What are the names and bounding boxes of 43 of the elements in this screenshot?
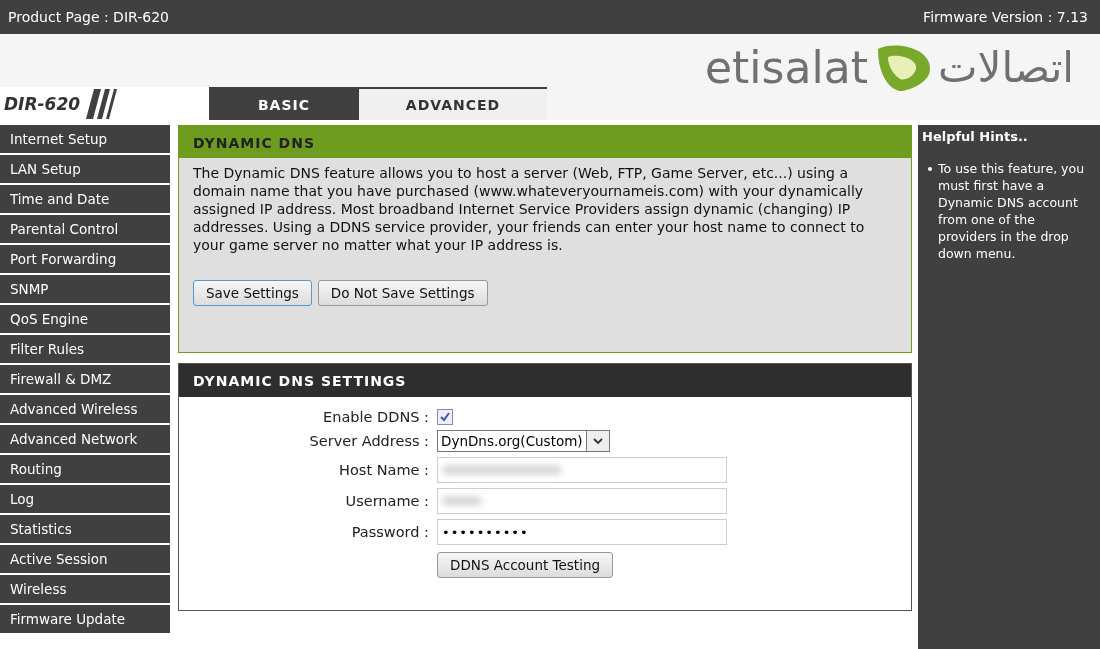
- sidebar-item[interactable]: Time and Date: [0, 185, 170, 215]
- hint-text: To use this feature, you must first have a Dynamic DNS account from one of the providers in the drop down menu.: [938, 160, 1086, 262]
- section-title: DYNAMIC DNS: [179, 126, 911, 158]
- sidebar-item[interactable]: Firmware Update: [0, 605, 170, 635]
- sidebar-item[interactable]: Advanced Network: [0, 425, 170, 455]
- description-text: The Dynamic DNS feature allows you to host a server (Web, FTP, Game Server, etc...) using a domain name that you have purchased (www.whateveryournameis.com) with your dynamically assigned IP address. Most broadband Internet Service Providers assign dynamic (changing) IP addresses. Using a DDNS service provider, your friends can enter your host name to connect to your game server no matter what your IP address is.: [193, 164, 866, 254]
- sidebar-item[interactable]: Active Session: [0, 545, 170, 575]
- field-label: Enable DDNS :: [322, 409, 429, 425]
- sidebar-item[interactable]: LAN Setup: [0, 155, 170, 185]
- test-button[interactable]: DDNS Account Testing: [437, 552, 613, 578]
- product-label: Product Page : DIR-620: [8, 9, 169, 25]
- bullet-icon: [928, 167, 932, 171]
- sidebar-item[interactable]: Wireless: [0, 575, 170, 605]
- logo-text: etisalat: [705, 42, 868, 93]
- field-label: Host Name :: [338, 462, 429, 478]
- text-field[interactable]: [437, 488, 727, 514]
- cancel-button[interactable]: Do Not Save Settings: [317, 280, 488, 306]
- nav-tab[interactable]: ADVANCED: [359, 87, 547, 120]
- text-field[interactable]: [437, 457, 727, 483]
- sidebar-item[interactable]: Routing: [0, 455, 170, 485]
- sidebar-item[interactable]: SNMP: [0, 275, 170, 305]
- sidebar-item[interactable]: Firewall & DMZ: [0, 365, 170, 395]
- sidebar-item[interactable]: Filter Rules: [0, 335, 170, 365]
- sidebar-item[interactable]: Parental Control: [0, 215, 170, 245]
- sidebar-item[interactable]: Advanced Wireless: [0, 395, 170, 425]
- sidebar-item[interactable]: Statistics: [0, 515, 170, 545]
- hints-title: Helpful Hints..: [922, 129, 1029, 144]
- sidebar-item[interactable]: Log: [0, 485, 170, 515]
- sidebar-item[interactable]: Port Forwarding: [0, 245, 170, 275]
- sidebar-item[interactable]: Internet Setup: [0, 125, 170, 155]
- logo-arabic-text: اتصالات: [937, 43, 1074, 92]
- enable-checkbox[interactable]: [437, 409, 453, 425]
- model-name: DIR-620: [4, 93, 81, 114]
- caret-icon: [592, 437, 603, 445]
- field-label: Username :: [344, 493, 429, 509]
- password-field[interactable]: ••••••••••: [437, 519, 727, 545]
- firmware-version: Firmware Version : 7.13: [923, 9, 1088, 25]
- field-label: Password :: [350, 524, 429, 540]
- field-label: Server Address :: [308, 433, 429, 449]
- save-button[interactable]: Save Settings: [193, 280, 312, 306]
- section-title: DYNAMIC DNS SETTINGS: [179, 364, 911, 397]
- sidebar-item[interactable]: QoS Engine: [0, 305, 170, 335]
- server-select[interactable]: DynDns.org(Custom): [437, 430, 610, 452]
